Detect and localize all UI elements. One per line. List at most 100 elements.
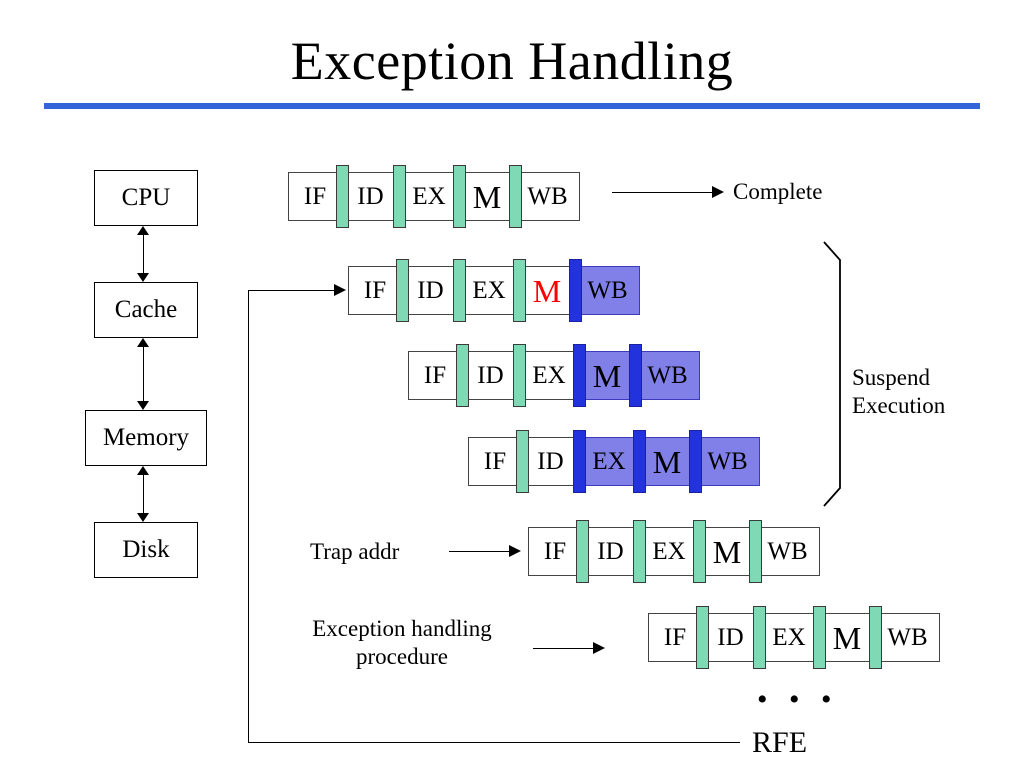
pipeline-separator: [396, 259, 409, 322]
stage-label: IF: [303, 183, 327, 210]
stage-wb[interactable]: WB: [755, 527, 820, 576]
stage-if[interactable]: IF: [408, 351, 462, 400]
stage-label: ID: [357, 183, 384, 210]
stage-label: M: [592, 357, 622, 394]
pipeline-separator-suspended: [569, 259, 582, 322]
stage-label: IF: [543, 538, 567, 565]
pipeline-row-4-suspended: IF ID EX M WB: [468, 430, 760, 493]
hierarchy-arrow-memory-disk: [137, 466, 155, 522]
stage-ex-suspended[interactable]: EX: [579, 437, 639, 486]
stage-label: WB: [767, 538, 808, 565]
pipeline-separator: [453, 259, 466, 322]
stage-m[interactable]: M: [819, 613, 875, 662]
stage-label: EX: [472, 277, 506, 304]
hierarchy-arrow-cpu-cache: [137, 226, 155, 282]
pipeline-separator: [513, 344, 526, 407]
stage-id[interactable]: ID: [702, 613, 759, 662]
pipeline-separator: [456, 344, 469, 407]
arrowhead-right-icon: [509, 545, 521, 557]
hierarchy-arrow-cache-memory: [137, 338, 155, 410]
stage-label: EX: [772, 624, 806, 651]
stage-label: IF: [663, 624, 687, 651]
stage-label: M: [712, 533, 742, 570]
pipeline-row-3-suspended: IF ID EX M WB: [408, 344, 700, 407]
hierarchy-arrow-shaft: [142, 474, 144, 514]
hierarchy-box-disk[interactable]: Disk: [94, 522, 198, 578]
pipeline-separator: [393, 165, 406, 228]
stage-ex[interactable]: EX: [759, 613, 819, 662]
hierarchy-arrow-shaft: [142, 234, 144, 274]
stage-label: M: [472, 178, 502, 215]
stage-id[interactable]: ID: [522, 437, 579, 486]
arrowhead-right-icon: [593, 642, 605, 654]
stage-ex[interactable]: EX: [639, 527, 699, 576]
pipeline-separator-suspended: [629, 344, 642, 407]
pipeline-separator: [813, 606, 826, 669]
stage-m-exception[interactable]: M: [519, 266, 575, 315]
stage-if[interactable]: IF: [468, 437, 522, 486]
page-title: Exception Handling: [290, 31, 734, 91]
stage-id[interactable]: ID: [402, 266, 459, 315]
stage-if[interactable]: IF: [528, 527, 582, 576]
stage-label: ID: [417, 277, 444, 304]
stage-label: M: [832, 619, 862, 656]
exception-procedure-line-1: Exception handling: [312, 616, 492, 641]
pipeline-separator: [576, 520, 589, 583]
pipeline-row-6-handler-procedure: IF ID EX M WB: [648, 606, 940, 669]
stage-label: WB: [887, 624, 928, 651]
pipeline-separator-suspended: [573, 344, 586, 407]
stage-ex[interactable]: EX: [459, 266, 519, 315]
ellipsis-label: • • •: [757, 683, 839, 716]
suspend-execution-label: Suspend Execution: [852, 364, 982, 420]
stage-label: IF: [423, 362, 447, 389]
stage-m-suspended[interactable]: M: [639, 437, 695, 486]
stage-id[interactable]: ID: [582, 527, 639, 576]
hierarchy-box-disk-label: Disk: [122, 536, 170, 563]
stage-if[interactable]: IF: [348, 266, 402, 315]
stage-id[interactable]: ID: [342, 172, 399, 221]
hierarchy-box-cpu[interactable]: CPU: [94, 170, 198, 226]
stage-wb-suspended[interactable]: WB: [635, 351, 700, 400]
pipeline-separator: [749, 520, 762, 583]
pipeline-separator: [753, 606, 766, 669]
stage-wb-suspended[interactable]: WB: [695, 437, 760, 486]
stage-label: WB: [707, 448, 748, 475]
hierarchy-box-memory[interactable]: Memory: [85, 410, 207, 466]
stage-label: IF: [363, 277, 387, 304]
pipeline-separator: [869, 606, 882, 669]
stage-if[interactable]: IF: [288, 172, 342, 221]
stage-ex[interactable]: EX: [519, 351, 579, 400]
stage-ex[interactable]: EX: [399, 172, 459, 221]
stage-label: IF: [483, 448, 507, 475]
pipeline-separator-suspended: [689, 430, 702, 493]
pipeline-separator: [696, 606, 709, 669]
stage-if[interactable]: IF: [648, 613, 702, 662]
arrowhead-down-icon: [137, 273, 149, 282]
hierarchy-box-cache[interactable]: Cache: [94, 282, 198, 338]
stage-label: ID: [477, 362, 504, 389]
stage-label: M: [532, 272, 562, 309]
stage-id[interactable]: ID: [462, 351, 519, 400]
stage-wb[interactable]: WB: [515, 172, 580, 221]
arrowhead-down-icon: [137, 401, 149, 410]
stage-wb-suspended[interactable]: WB: [575, 266, 640, 315]
rfe-label: RFE: [752, 726, 808, 759]
stage-m-suspended[interactable]: M: [579, 351, 635, 400]
stage-label: WB: [527, 183, 568, 210]
stage-label: EX: [412, 183, 446, 210]
stage-label: ID: [537, 448, 564, 475]
rfe-return-path-bottom: [248, 742, 740, 743]
stage-wb[interactable]: WB: [875, 613, 940, 662]
hierarchy-box-memory-label: Memory: [102, 424, 190, 451]
pipeline-separator: [336, 165, 349, 228]
stage-m[interactable]: M: [459, 172, 515, 221]
pipeline-separator: [513, 259, 526, 322]
title-divider: [44, 103, 980, 109]
trap-addr-label: Trap addr: [310, 539, 400, 564]
hierarchy-arrow-shaft: [142, 346, 144, 402]
stage-m[interactable]: M: [699, 527, 755, 576]
pipeline-row-2-exception: IF ID EX M WB: [348, 259, 640, 322]
pipeline-separator: [453, 165, 466, 228]
stage-label: EX: [532, 362, 566, 389]
suspend-execution-line-2: Execution: [852, 393, 946, 418]
